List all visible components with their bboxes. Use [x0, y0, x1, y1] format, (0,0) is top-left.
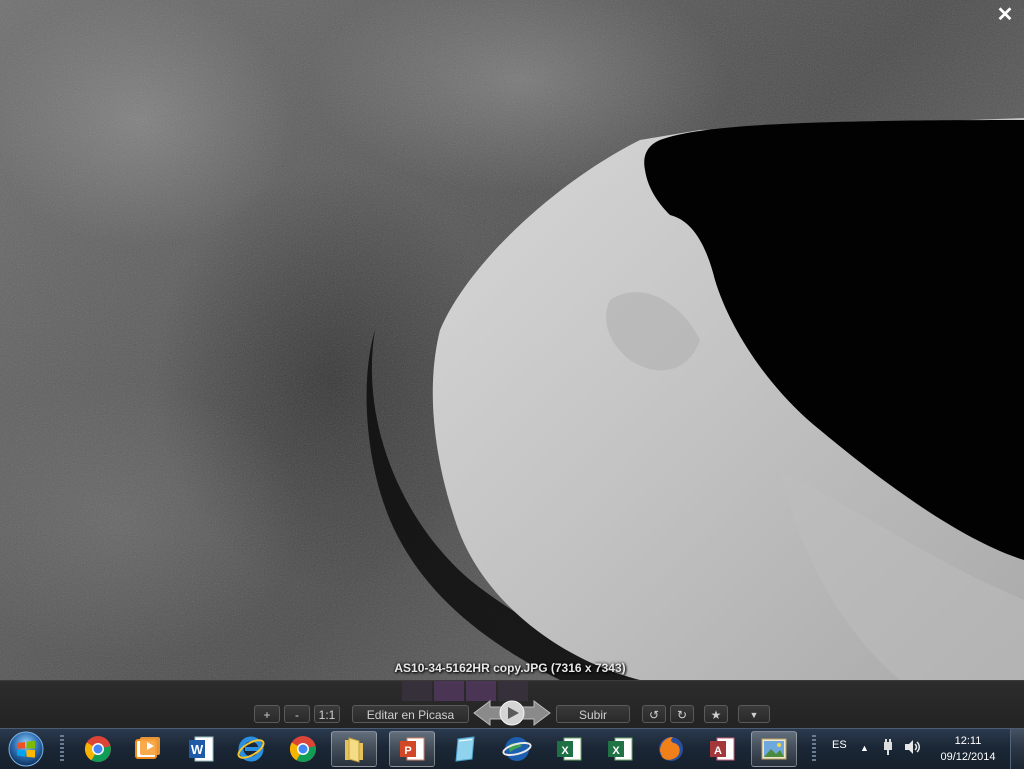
photo-viewer[interactable]: ✕ AS10-34-5162HR copy.JPG (7316 x 7343): [0, 0, 1024, 680]
taskbar-grip[interactable]: [60, 735, 64, 763]
rotate-left-button[interactable]: ↺: [642, 705, 666, 723]
thumbnail-selected[interactable]: [434, 681, 464, 701]
tray-volume-button[interactable]: [904, 739, 922, 758]
viewer-toolbar: + - 1:1 Editar en Picasa Subir ↺ ↻ ★ ▼: [0, 680, 1024, 729]
thumbnail[interactable]: [402, 681, 432, 701]
taskbar-app-word[interactable]: W: [178, 731, 224, 767]
notes-icon: [455, 736, 475, 762]
word-icon: W: [189, 736, 214, 762]
powerpoint-icon: P: [400, 737, 425, 761]
upload-button[interactable]: Subir: [556, 705, 630, 723]
taskbar-app-powerpoint[interactable]: P: [389, 731, 435, 767]
internet-explorer-icon: [237, 736, 265, 762]
firefox-icon: [659, 737, 683, 761]
rotate-right-button[interactable]: ↻: [670, 705, 694, 723]
actual-size-label: 1:1: [318, 708, 336, 722]
google-earth-icon: [502, 737, 532, 761]
taskbar-app-chrome-2[interactable]: [280, 731, 326, 767]
moon-crater-photo: [0, 0, 1024, 680]
chrome-icon: [84, 736, 111, 762]
photo-caption: AS10-34-5162HR copy.JPG (7316 x 7343): [394, 661, 626, 675]
rotate-left-icon: ↺: [648, 708, 660, 722]
excel-icon: X: [557, 737, 582, 761]
windows-taskbar: W P X X A ES ▲ 12:11 09/12/2014: [0, 728, 1024, 769]
zoom-in-button[interactable]: +: [254, 705, 280, 723]
show-hidden-icons-button[interactable]: ▲: [860, 743, 869, 753]
taskbar-app-google-earth[interactable]: [494, 731, 540, 767]
taskbar-app-explorer[interactable]: [331, 731, 377, 767]
taskbar-app-media[interactable]: [124, 731, 170, 767]
edit-in-picasa-label: Editar en Picasa: [366, 708, 455, 722]
show-desktop-button[interactable]: [1010, 729, 1024, 769]
taskbar-app-ie[interactable]: [228, 731, 274, 767]
taskbar-app-excel-2[interactable]: X: [597, 731, 643, 767]
star-button[interactable]: ★: [704, 705, 728, 723]
actual-size-button[interactable]: 1:1: [314, 705, 340, 723]
edit-in-picasa-button[interactable]: Editar en Picasa: [352, 705, 469, 723]
explorer-folder-icon: [345, 737, 363, 763]
chrome-icon: [289, 736, 316, 762]
system-clock[interactable]: 12:11 09/12/2014: [930, 733, 1006, 765]
taskbar-app-picasa-viewer[interactable]: [751, 731, 797, 767]
playback-navigator[interactable]: [472, 697, 552, 729]
volume-icon: [905, 740, 920, 754]
start-button[interactable]: [6, 730, 46, 768]
taskbar-app-firefox[interactable]: [648, 731, 694, 767]
svg-text:W: W: [191, 742, 204, 757]
star-icon: ★: [710, 708, 722, 722]
taskbar-app-notes[interactable]: [442, 731, 488, 767]
rotate-right-icon: ↻: [676, 708, 688, 722]
media-player-icon: [135, 737, 160, 759]
zoom-out-label: -: [295, 708, 299, 722]
svg-text:X: X: [612, 745, 620, 757]
svg-text:A: A: [714, 745, 722, 757]
upload-label: Subir: [578, 708, 607, 722]
taskbar-app-access[interactable]: A: [699, 731, 745, 767]
svg-text:X: X: [561, 745, 569, 757]
close-icon: ✕: [996, 4, 1014, 26]
clock-time: 12:11: [954, 735, 982, 747]
taskbar-grip[interactable]: [812, 735, 816, 763]
svg-text:P: P: [404, 745, 411, 757]
access-icon: A: [710, 737, 735, 761]
excel-icon: X: [608, 737, 633, 761]
zoom-out-button[interactable]: -: [284, 705, 310, 723]
tray-power-icon-button[interactable]: [880, 739, 896, 758]
more-options-button[interactable]: ▼: [738, 705, 770, 723]
taskbar-app-chrome[interactable]: [75, 731, 121, 767]
power-plug-icon: [884, 739, 892, 755]
chevron-down-icon: ▼: [749, 710, 759, 720]
clock-date: 09/12/2014: [940, 751, 996, 763]
language-indicator[interactable]: ES: [832, 739, 847, 751]
close-viewer-button[interactable]: ✕: [994, 4, 1016, 26]
taskbar-app-excel[interactable]: X: [546, 731, 592, 767]
picasa-viewer-icon: [761, 738, 787, 760]
zoom-in-label: +: [263, 708, 271, 722]
chevron-up-icon: ▲: [860, 743, 869, 753]
